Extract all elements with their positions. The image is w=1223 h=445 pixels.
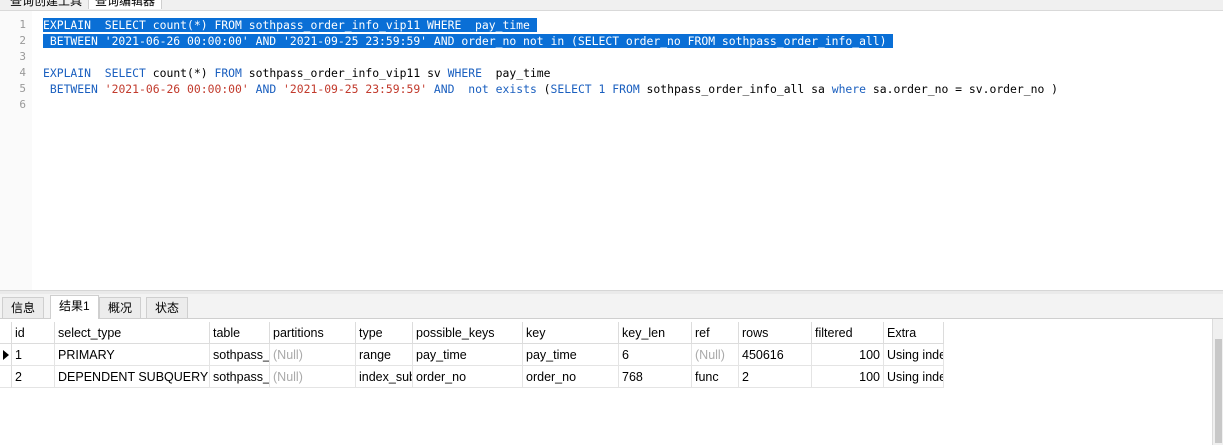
sql-keyword: WHERE — [447, 66, 482, 80]
code-line-5: BETWEEN '2021-06-26 00:00:00' AND '2021-… — [43, 81, 1058, 97]
code-token: sa.order_no = sv.order_no ) — [866, 82, 1059, 96]
line-number: 6 — [19, 98, 26, 111]
table-cell[interactable]: 100 — [812, 344, 884, 366]
table-cell[interactable]: 768 — [619, 366, 692, 388]
sql-keyword: BETWEEN — [49, 82, 98, 96]
sql-string: '2021-06-26 00:00:00' — [104, 82, 249, 96]
code-token: sothpass_order_info_vip11 sv — [241, 66, 448, 80]
line-number-gutter: 1 2 3 4 5 6 — [0, 11, 32, 291]
table-cell[interactable]: Using inde — [884, 344, 944, 366]
tab-query-editor[interactable]: 查询编辑器 — [88, 0, 163, 9]
header-corner — [0, 322, 12, 344]
table-cell[interactable]: 100 — [812, 366, 884, 388]
column-header-filtered[interactable]: filtered — [812, 322, 884, 344]
selected-text: BETWEEN '2021-06-26 00:00:00' AND '2021-… — [43, 34, 894, 48]
table-cell[interactable]: index_sub — [356, 366, 413, 388]
table-cell[interactable]: (Null) — [270, 344, 356, 366]
row-selector[interactable] — [0, 344, 12, 366]
sql-keyword: EXPLAIN — [43, 66, 92, 80]
table-cell[interactable]: (Null) — [270, 366, 356, 388]
code-token: sothpass_order_info_all sa — [639, 82, 832, 96]
column-header-type[interactable]: type — [356, 322, 413, 344]
scrollbar-thumb[interactable] — [1215, 339, 1222, 443]
table-cell[interactable]: 6 — [619, 344, 692, 366]
sql-keyword: AND — [433, 82, 455, 96]
tab-profile[interactable]: 概况 — [99, 297, 142, 318]
result-tab-strip: 信息 结果1 概况 状态 — [0, 294, 1223, 319]
sql-keyword: AND — [255, 82, 277, 96]
column-header-key-len[interactable]: key_len — [619, 322, 692, 344]
tab-result-1[interactable]: 结果1 — [50, 295, 99, 319]
line-number: 5 — [19, 82, 26, 95]
code-line-2: BETWEEN '2021-06-26 00:00:00' AND '2021-… — [43, 33, 894, 49]
code-line-4: EXPLAIN SELECT count(*) FROM sothpass_or… — [43, 65, 551, 81]
line-number: 1 — [19, 18, 26, 31]
sql-keyword: SELECT — [550, 82, 592, 96]
table-cell[interactable]: (Null) — [692, 344, 739, 366]
sql-editor[interactable]: 1 2 3 4 5 6 EXPLAIN SELECT count(*) FROM… — [0, 11, 1223, 291]
code-token: ( — [536, 82, 551, 96]
column-header-table[interactable]: table — [210, 322, 270, 344]
query-tab-strip: 查询创建工具 查询编辑器 — [0, 0, 1223, 11]
tab-query-builder[interactable]: 查询创建工具 — [4, 0, 88, 9]
table-cell[interactable]: sothpass_ — [210, 366, 270, 388]
table-cell[interactable]: pay_time — [413, 344, 523, 366]
line-number: 3 — [19, 50, 26, 63]
column-header-key[interactable]: key — [523, 322, 619, 344]
code-token: pay_time — [481, 66, 551, 80]
column-header-possible-keys[interactable]: possible_keys — [413, 322, 523, 344]
sql-string: '2021-09-25 23:59:59' — [283, 82, 428, 96]
sql-keyword: SELECT — [104, 66, 146, 80]
column-header-ref[interactable]: ref — [692, 322, 739, 344]
code-token: count(*) — [145, 66, 215, 80]
column-header-partitions[interactable]: partitions — [270, 322, 356, 344]
vertical-scrollbar[interactable] — [1212, 319, 1223, 445]
tab-status[interactable]: 状态 — [146, 297, 189, 318]
sql-keyword: where — [831, 82, 867, 96]
table-cell[interactable]: PRIMARY — [55, 344, 210, 366]
column-header-extra[interactable]: Extra — [884, 322, 944, 344]
table-cell[interactable]: order_no — [413, 366, 523, 388]
tab-info[interactable]: 信息 — [2, 297, 45, 318]
column-header-select-type[interactable]: select_type — [55, 322, 210, 344]
line-number: 4 — [19, 66, 26, 79]
current-row-icon — [3, 350, 9, 360]
result-grid[interactable]: id select_type table partitions type pos… — [0, 319, 1223, 445]
sql-keyword: FROM — [612, 82, 640, 96]
table-cell[interactable]: DEPENDENT SUBQUERY — [55, 366, 210, 388]
table-cell[interactable]: order_no — [523, 366, 619, 388]
table-cell[interactable]: 1 — [12, 344, 55, 366]
line-number: 2 — [19, 34, 26, 47]
table-cell[interactable]: range — [356, 344, 413, 366]
table-cell[interactable]: 2 — [12, 366, 55, 388]
table-cell[interactable]: 450616 — [739, 344, 812, 366]
table-cell[interactable]: 2 — [739, 366, 812, 388]
table-cell[interactable]: sothpass_ — [210, 344, 270, 366]
column-header-id[interactable]: id — [12, 322, 55, 344]
table-cell[interactable]: func — [692, 366, 739, 388]
table-cell[interactable]: pay_time — [523, 344, 619, 366]
selected-text: EXPLAIN SELECT count(*) FROM sothpass_or… — [43, 18, 537, 32]
sql-keyword: FROM — [214, 66, 242, 80]
table-cell[interactable]: Using inde — [884, 366, 944, 388]
code-line-1: EXPLAIN SELECT count(*) FROM sothpass_or… — [43, 17, 537, 33]
sql-keyword: not exists — [468, 82, 537, 96]
row-selector[interactable] — [0, 366, 12, 388]
column-header-rows[interactable]: rows — [739, 322, 812, 344]
